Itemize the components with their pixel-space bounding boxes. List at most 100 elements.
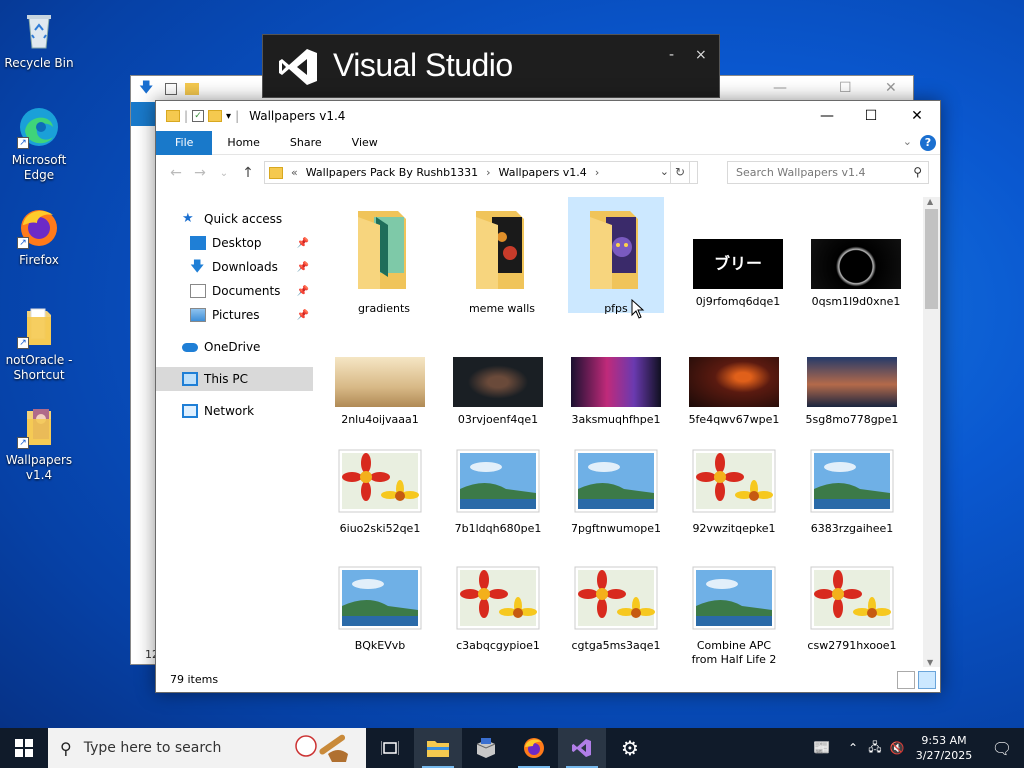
image-item[interactable]: Combine APC from Half Life 2 [686,566,782,667]
folder-item-selected[interactable]: pfps [568,197,664,315]
address-bar[interactable]: « Wallpapers Pack By Rushb1331 › Wallpap… [264,161,698,184]
maximize-button[interactable]: ☐ [848,101,894,131]
item-name: 7b1ldqh680pe1 [454,522,542,535]
image-item[interactable]: BQkEVvb [332,566,428,653]
help-icon[interactable]: ? [920,135,936,151]
tab-share[interactable]: Share [275,131,337,155]
nav-pictures[interactable]: Pictures 📌 [156,303,313,327]
refresh-icon[interactable]: ↻ [670,161,690,184]
item-name: meme walls [468,302,536,315]
nav-documents[interactable]: Documents 📌 [156,279,313,303]
search-icon: ⚲ [60,738,72,758]
taskbar-visual-studio[interactable] [558,728,606,768]
nav-network[interactable]: Network [156,399,313,423]
maximize-button[interactable]: ☐ [839,80,852,96]
image-item[interactable]: 5fe4qwv67wpe1 [686,357,782,427]
pin-icon[interactable]: 📌 [297,286,309,297]
taskbar-search-box[interactable]: ⚲ Type here to search [48,728,366,768]
minimize-button[interactable]: - [669,47,674,63]
new-folder-icon[interactable] [208,110,223,122]
search-input[interactable]: Search Wallpapers v1.4 ⚲ [727,161,929,184]
image-item[interactable]: 5sg8mo778gpe1 [804,357,900,427]
image-item[interactable]: csw2791hxooe1 [804,566,900,653]
folder-icon [476,211,524,289]
system-tray: 📰 ⌃ 🖧 🔇 9:53 AM 3/27/2025 🗨 [802,728,1024,768]
breadcrumb-separator[interactable]: › [486,166,490,179]
volume-muted-icon[interactable]: 🔇 [886,741,908,755]
clock[interactable]: 9:53 AM 3/27/2025 [908,733,980,763]
minimize-button[interactable]: — [804,101,850,131]
desktop-icon-notoracle[interactable]: ↗ notOracle - Shortcut [1,305,77,383]
shortcut-arrow-icon: ↗ [17,437,29,449]
desktop-icon-recycle-bin[interactable]: Recycle Bin [1,8,77,71]
image-item[interactable]: 0qsm1l9d0xne1 [808,239,904,309]
vertical-scrollbar[interactable]: ▲ ▼ [923,197,940,667]
expand-ribbon-icon[interactable]: ⌄ [903,135,912,148]
forward-arrow-icon[interactable]: → [188,165,212,181]
item-name: gradients [357,302,411,315]
image-item[interactable]: 6iuo2ski52qe1 [332,449,428,536]
up-arrow-icon[interactable]: ↑ [236,165,260,181]
nav-downloads[interactable]: 🡇 Downloads 📌 [156,255,313,279]
image-item[interactable]: 6383rzgaihee1 [804,449,900,536]
nav-quick-access[interactable]: ★ Quick access [156,207,313,231]
minimize-button[interactable]: — [773,80,787,96]
breadcrumb-wallpapers-v14[interactable]: Wallpapers v1.4 [499,166,587,179]
overflow-chevron[interactable]: « [291,166,298,179]
task-view-button[interactable] [366,728,414,768]
desktop-icon-edge[interactable]: ↗ Microsoft Edge [1,105,77,183]
image-item[interactable]: 92vwzitqepke1 [686,449,782,536]
customize-toolbar-icon[interactable]: ▾ [226,111,231,122]
tab-file[interactable]: File [156,130,213,155]
pin-icon[interactable]: 📌 [297,262,309,273]
details-view-button[interactable] [897,671,915,689]
show-hidden-icons-chevron[interactable]: ⌃ [842,741,864,755]
properties-icon[interactable]: ✓ [192,110,205,122]
desktop-icon-wallpapers[interactable]: ↗ Wallpapers v1.4 [1,405,77,483]
start-button[interactable] [0,728,48,768]
address-dropdown-icon[interactable]: ⌄ [660,165,669,178]
item-name: 5sg8mo778gpe1 [805,413,899,426]
desktop-icon-firefox[interactable]: ↗ Firefox [1,205,77,268]
nav-this-pc[interactable]: This PC [156,367,313,391]
image-item[interactable]: ブリー 0j9rfomq6dqe1 [690,239,786,309]
folder-item[interactable]: meme walls [454,197,550,316]
tab-view[interactable]: View [337,131,393,155]
item-name: cgtga5ms3aqe1 [571,639,661,652]
file-explorer-window[interactable]: | ✓ ▾ | Wallpapers v1.4 — ☐ ✕ File Home … [155,100,941,693]
breadcrumb-separator[interactable]: › [595,166,599,179]
tab-home[interactable]: Home [212,131,274,155]
scroll-up-icon[interactable]: ▲ [927,197,933,206]
taskbar-settings[interactable]: ⚙ [606,728,654,768]
notifications-icon[interactable]: 🗨 [980,739,1024,758]
taskbar-firefox[interactable] [510,728,558,768]
recent-locations-icon[interactable]: ⌄ [212,168,236,179]
image-item[interactable]: 2nlu4oijvaaa1 [332,357,428,427]
back-arrow-icon[interactable]: ← [164,165,188,181]
folder-item[interactable]: gradients [336,197,432,316]
image-item[interactable]: 03rvjoenf4qe1 [450,357,546,427]
recycle-bin-icon [17,8,61,52]
close-button[interactable]: ✕ [894,101,940,131]
image-item[interactable]: c3abqcgypioe1 [450,566,546,653]
item-name: 92vwzitqepke1 [692,522,776,535]
scroll-thumb[interactable] [925,209,938,309]
taskbar-app-installer[interactable] [462,728,510,768]
image-item[interactable]: 3aksmuqhfhpe1 [568,357,664,427]
image-item[interactable]: 7b1ldqh680pe1 [450,449,546,536]
pin-icon[interactable]: 📌 [297,310,309,321]
large-icons-view-button[interactable] [918,671,936,689]
close-button[interactable]: × [695,47,707,63]
close-button[interactable]: ✕ [885,80,897,96]
nav-desktop[interactable]: Desktop 📌 [156,231,313,255]
pin-icon[interactable]: 📌 [297,238,309,249]
nav-onedrive[interactable]: OneDrive [156,335,313,359]
network-icon[interactable]: 🖧 [864,738,886,759]
scroll-down-icon[interactable]: ▼ [927,658,933,667]
image-item[interactable]: 7pgftnwumope1 [568,449,664,536]
breadcrumb-wallpapers-pack[interactable]: Wallpapers Pack By Rushb1331 [306,166,478,179]
taskbar-file-explorer[interactable] [414,728,462,768]
desktop-icon [190,236,206,250]
image-item[interactable]: cgtga5ms3aqe1 [568,566,664,653]
news-widget-icon[interactable]: 📰 [802,740,842,756]
